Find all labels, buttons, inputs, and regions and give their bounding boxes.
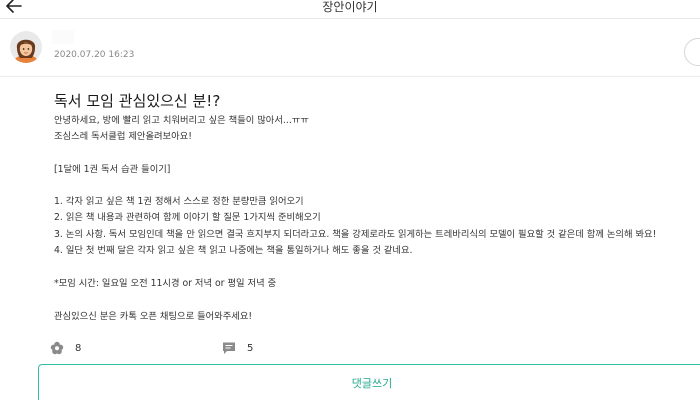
write-comment-button[interactable]: 댓글쓰기 bbox=[38, 364, 700, 400]
flower-icon bbox=[50, 341, 64, 355]
post-date: 2020.07.20 16:23 bbox=[54, 50, 135, 60]
top-bar: 장안이야기 bbox=[0, 0, 700, 19]
body-line: 2. 읽은 책 내용과 관련하여 함께 이야기 할 질문 1가지씩 준비해오기 bbox=[54, 212, 321, 223]
like-count: 8 bbox=[75, 342, 82, 354]
body-line: 4. 일단 첫 번째 달은 각자 읽고 싶은 책 읽고 나중에는 책을 통일하거… bbox=[54, 245, 413, 256]
author-name[interactable] bbox=[52, 30, 74, 44]
body-line: 관심있으신 분은 카톡 오픈 채팅으로 들어와주세요! bbox=[54, 311, 253, 322]
body-line: 안녕하세요, 방에 빨리 읽고 치워버리고 싶은 책들이 많아서...ㅠㅠ bbox=[54, 115, 309, 126]
comment-reaction[interactable]: 5 bbox=[222, 341, 253, 355]
author-row: 2020.07.20 16:23 bbox=[0, 18, 700, 77]
follow-button[interactable] bbox=[684, 38, 700, 66]
page-title: 장안이야기 bbox=[322, 0, 378, 14]
avatar[interactable] bbox=[10, 31, 42, 63]
body-line: 조심스레 독서클럽 제안올려보아요! bbox=[54, 131, 192, 142]
speech-bubble-icon bbox=[222, 341, 236, 355]
body-line: 3. 논의 사항. 독서 모임인데 책을 안 읽으면 결국 흐지부지 되더라고요… bbox=[54, 229, 657, 240]
post-detail-screen: 장안이야기 2020.07.20 16:23 독서 모임 관심있으신 분!? 안… bbox=[0, 0, 700, 400]
body-line: 1. 각자 읽고 싶은 책 1권 정해서 스스로 정한 분량만큼 읽어오기 bbox=[54, 196, 304, 207]
like-reaction[interactable]: 8 bbox=[50, 341, 81, 355]
comment-count: 5 bbox=[247, 342, 254, 354]
body-line: *모임 시간: 일요일 오전 11시경 or 저녁 or 평일 저녁 중 bbox=[54, 278, 277, 289]
body-line: [1달에 1권 독서 습관 들이기] bbox=[54, 164, 171, 175]
post-title: 독서 모임 관심있으신 분!? bbox=[54, 92, 221, 110]
